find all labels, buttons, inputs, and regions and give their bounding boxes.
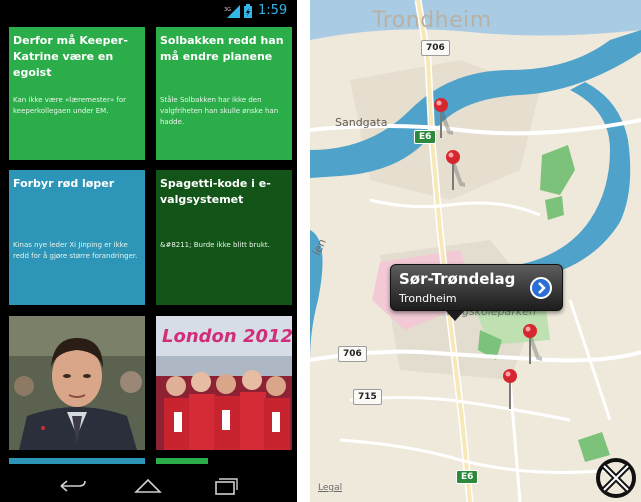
status-bar: 3G 1:59 xyxy=(0,0,297,22)
recent-apps-icon[interactable] xyxy=(207,474,241,496)
news-tile-description: &#8211; Burde ikke blitt brukt. xyxy=(160,241,270,249)
callout-subtitle: Trondheim xyxy=(399,292,457,305)
back-arrow-icon[interactable] xyxy=(55,474,89,496)
map-street-label: Sandgata xyxy=(335,116,388,129)
news-tile[interactable]: Forbyr rød løper Kinas nye leder Xi Jinp… xyxy=(9,170,145,305)
legal-link[interactable]: Legal xyxy=(318,483,342,493)
news-tile[interactable]: Derfor må Keeper-Katrine være en egoist … xyxy=(9,27,145,160)
route-706-shield: 706 xyxy=(421,40,450,56)
news-tile-title: Forbyr rød løper xyxy=(13,177,115,190)
map-pin-icon[interactable] xyxy=(498,367,522,411)
news-tile-title: Derfor må Keeper-Katrine være en egoist xyxy=(13,34,128,79)
close-icon[interactable] xyxy=(594,456,638,500)
news-tile[interactable]: Spagetti-kode i e-valgsystemet &#8211; B… xyxy=(156,170,292,305)
battery-icon xyxy=(244,4,252,18)
news-photo-olympics[interactable]: London 2012 xyxy=(156,316,292,450)
olympics-team-image: London 2012 xyxy=(156,316,292,450)
network-type: 3G xyxy=(224,7,231,13)
map-city-label: Trondheim xyxy=(372,8,492,33)
callout-pointer xyxy=(446,311,464,321)
news-tile-title: Solbakken redd han må endre planene xyxy=(160,34,284,63)
map-pin-icon[interactable] xyxy=(518,322,542,366)
map-pin-icon[interactable] xyxy=(441,148,465,192)
news-photo-portrait[interactable] xyxy=(9,316,145,450)
map-canvas[interactable] xyxy=(310,0,641,502)
map-view[interactable]: Trondheim Sandgata Høgskoleparken ien 70… xyxy=(310,0,641,502)
map-callout[interactable]: Sør-Trøndelag Trondheim xyxy=(390,264,563,321)
scroll-indicator-green xyxy=(156,458,208,464)
e6-shield: E6 xyxy=(456,470,479,484)
signal-icon: 3G xyxy=(224,5,240,18)
news-tile-description: Kan ikke være «læremester» for keeperkol… xyxy=(13,96,126,115)
olympics-logo-text: London 2012 xyxy=(162,326,292,347)
android-news-app: 3G 1:59 Derfor må Keeper-Katrine være en… xyxy=(0,0,297,502)
news-tile-description: Ståle Solbakken har ikke den valgfrihete… xyxy=(160,96,279,126)
home-icon[interactable] xyxy=(131,474,165,496)
map-pin-icon[interactable] xyxy=(429,96,453,140)
callout-title: Sør-Trøndelag xyxy=(399,270,516,288)
clock: 1:59 xyxy=(258,3,288,18)
news-tile[interactable]: Solbakken redd han må endre planene Stål… xyxy=(156,27,292,160)
scroll-indicator-blue xyxy=(9,458,145,464)
news-tile-description: Kinas nye leder Xi Jinping er ikke redd … xyxy=(13,241,138,260)
disclosure-arrow-icon[interactable] xyxy=(530,277,552,299)
portrait-image xyxy=(9,316,145,450)
route-715-shield: 715 xyxy=(353,389,382,405)
news-tile-title: Spagetti-kode i e-valgsystemet xyxy=(160,177,271,206)
navigation-bar xyxy=(0,466,297,502)
route-706-shield: 706 xyxy=(338,346,367,362)
